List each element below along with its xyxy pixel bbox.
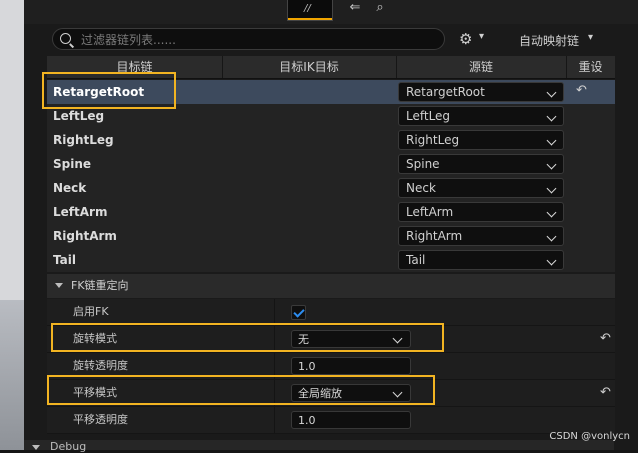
- property-label: 启用FK: [73, 305, 109, 318]
- dropdown-value: 全局缩放: [298, 387, 342, 400]
- source-chain-value: Tail: [406, 253, 426, 267]
- background-viewport-edge: [0, 0, 24, 450]
- translation-mode-property: 平移模式 全局缩放 ↶: [47, 380, 615, 407]
- property-label: 旋转模式: [73, 332, 117, 345]
- target-chain-name: Spine: [53, 157, 92, 171]
- fk-chain-retarget-section[interactable]: FK链重定向: [47, 274, 615, 298]
- property-label: 旋转透明度: [73, 359, 128, 372]
- property-label: 平移透明度: [73, 413, 128, 426]
- source-chain-dropdown[interactable]: RightLeg: [398, 130, 564, 150]
- chevron-down-icon: [546, 207, 557, 218]
- source-chain-dropdown[interactable]: RightArm: [398, 226, 564, 246]
- chevron-down-icon: [546, 111, 557, 122]
- target-chain-name: LeftLeg: [53, 109, 105, 123]
- source-chain-value: RightArm: [406, 229, 463, 243]
- number-value: 1.0: [298, 414, 316, 427]
- translation-mode-dropdown[interactable]: 全局缩放: [291, 384, 411, 402]
- rotation-alpha-property: 旋转透明度 1.0: [47, 353, 615, 380]
- source-chain-value: RightLeg: [406, 133, 460, 147]
- viewport-shade: [0, 300, 24, 450]
- auto-map-chevron-down-icon[interactable]: ▾: [588, 32, 593, 43]
- translation-alpha-input[interactable]: 1.0: [291, 411, 411, 429]
- table-row[interactable]: LeftLeg LeftLeg: [47, 104, 615, 128]
- source-chain-value: LeftArm: [406, 205, 454, 219]
- chevron-down-icon: [546, 231, 557, 242]
- chain-search-input[interactable]: [79, 31, 443, 49]
- auto-map-chains-button[interactable]: 自动映射链: [519, 32, 579, 49]
- settings-chevron-down-icon[interactable]: ▾: [479, 31, 484, 42]
- target-chain-name: LeftArm: [53, 205, 108, 219]
- collapse-triangle-icon[interactable]: [55, 283, 63, 288]
- chevron-down-icon: [392, 333, 403, 344]
- thumbnail-accent-bar: [288, 18, 332, 20]
- header-target-ik-goal[interactable]: 目标IK目标: [222, 56, 397, 78]
- watermark-text: CSDN @vonlycn: [549, 431, 630, 442]
- target-chain-name: RightArm: [53, 229, 117, 243]
- table-row[interactable]: RightArm RightArm: [47, 224, 615, 248]
- reset-arrow-icon[interactable]: ↶: [576, 83, 587, 98]
- column-divider: [274, 353, 275, 379]
- debug-section[interactable]: Debug: [24, 440, 614, 453]
- chevron-down-icon: [546, 135, 557, 146]
- reset-arrow-icon[interactable]: ↶: [600, 331, 611, 346]
- table-row[interactable]: LeftArm LeftArm: [47, 200, 615, 224]
- use-selected-asset-icon[interactable]: ⇐: [346, 0, 364, 16]
- source-chain-value: Neck: [406, 181, 436, 195]
- rotation-alpha-input[interactable]: 1.0: [291, 357, 411, 375]
- thumbnail-figure-icon: //: [304, 3, 311, 14]
- chevron-down-icon: [546, 87, 557, 98]
- section-title: FK链重定向: [71, 279, 129, 292]
- asset-thumbnail[interactable]: //: [287, 0, 333, 21]
- column-divider: [274, 380, 275, 406]
- column-divider: [274, 407, 275, 433]
- translation-alpha-property: 平移透明度 1.0: [47, 407, 615, 434]
- property-label: 平移模式: [73, 386, 117, 399]
- column-divider: [274, 326, 275, 352]
- scrollbar-track[interactable]: [622, 56, 638, 450]
- header-target-chain[interactable]: 目标链: [47, 56, 223, 78]
- target-chain-name: RetargetRoot: [53, 85, 145, 99]
- settings-gear-icon[interactable]: ⚙: [459, 31, 472, 47]
- collapse-triangle-icon[interactable]: [32, 445, 40, 450]
- source-chain-dropdown[interactable]: RetargetRoot: [398, 82, 564, 102]
- search-icon: [60, 33, 71, 44]
- chevron-down-icon: [546, 183, 557, 194]
- source-chain-dropdown[interactable]: LeftArm: [398, 202, 564, 222]
- table-row[interactable]: Tail Tail: [47, 248, 615, 272]
- source-chain-dropdown[interactable]: Neck: [398, 178, 564, 198]
- target-chain-name: Neck: [53, 181, 87, 195]
- dropdown-value: 无: [298, 333, 309, 346]
- source-chain-value: LeftLeg: [406, 109, 451, 123]
- table-row[interactable]: Neck Neck: [47, 176, 615, 200]
- header-source-chain[interactable]: 源链: [396, 56, 567, 78]
- enable-fk-property: 启用FK: [47, 299, 615, 326]
- reset-arrow-icon[interactable]: ↶: [600, 385, 611, 400]
- checkmark-icon: [293, 306, 305, 318]
- header-reset[interactable]: 重设: [566, 56, 615, 78]
- chevron-down-icon: [546, 255, 557, 266]
- source-chain-dropdown[interactable]: Tail: [398, 250, 564, 270]
- rotation-mode-dropdown[interactable]: 无: [291, 330, 411, 348]
- chain-table-header: 目标链 目标IK目标 源链 重设: [47, 56, 615, 79]
- chevron-down-icon: [546, 159, 557, 170]
- table-row[interactable]: Spine Spine: [47, 152, 615, 176]
- source-chain-dropdown[interactable]: LeftLeg: [398, 106, 564, 126]
- chevron-down-icon: [392, 387, 403, 398]
- target-chain-name: Tail: [53, 253, 76, 267]
- source-chain-value: RetargetRoot: [406, 85, 485, 99]
- browse-asset-icon[interactable]: ⌕: [371, 0, 389, 16]
- column-divider: [274, 299, 275, 325]
- rotation-mode-property: 旋转模式 无 ↶: [47, 326, 615, 353]
- target-chain-name: RightLeg: [53, 133, 114, 147]
- table-row[interactable]: RetargetRoot RetargetRoot ↶: [47, 80, 615, 104]
- source-chain-dropdown[interactable]: Spine: [398, 154, 564, 174]
- section-title: Debug: [50, 440, 87, 453]
- number-value: 1.0: [298, 360, 316, 373]
- chain-search-box[interactable]: [52, 28, 445, 50]
- enable-fk-checkbox[interactable]: [291, 305, 306, 320]
- source-chain-value: Spine: [406, 157, 440, 171]
- table-row[interactable]: RightLeg RightLeg: [47, 128, 615, 152]
